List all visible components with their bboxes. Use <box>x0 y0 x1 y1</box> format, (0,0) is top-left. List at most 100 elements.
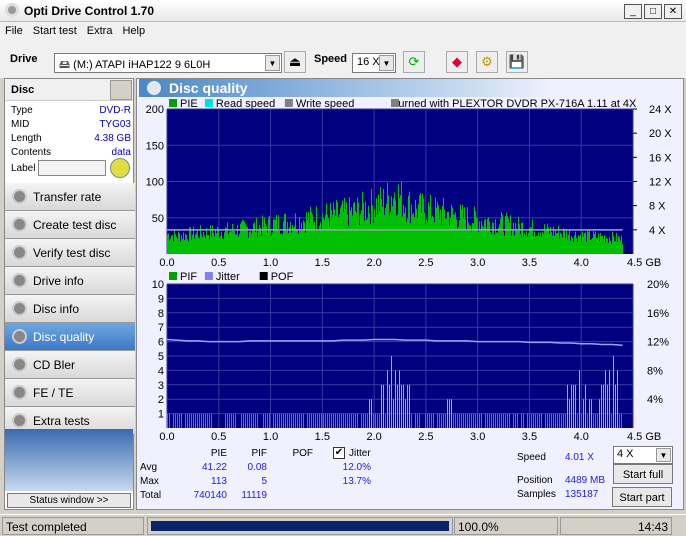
minimize-button[interactable]: _ <box>624 4 642 19</box>
menu-file[interactable]: File <box>0 22 28 40</box>
x-tick-label: 0.0 <box>159 431 174 443</box>
eject-button[interactable]: ⏏ <box>284 51 306 73</box>
time-label: 14:43 <box>560 517 672 535</box>
nav-transfer-rate[interactable]: Transfer rate <box>5 183 135 211</box>
nav-drive-info[interactable]: Drive info <box>5 267 135 295</box>
stats-row-label: Max <box>140 476 159 487</box>
nav-verify-test-disc[interactable]: Verify test disc <box>5 239 135 267</box>
progress-bar <box>147 517 453 535</box>
status-text: Test completed <box>2 517 144 535</box>
drive-value: (M:) ATAPI iHAP122 9 6L0H <box>73 59 211 71</box>
disc-info-value: TYG03 <box>99 119 131 130</box>
x-tick-label: 4.5 GB <box>627 257 661 269</box>
y-tick-label: 4 <box>158 365 164 377</box>
menu-help[interactable]: Help <box>117 22 150 40</box>
disc-refresh-button[interactable] <box>110 80 132 100</box>
position-label: Position <box>517 475 553 486</box>
start-part-button[interactable]: Start part <box>612 487 672 507</box>
speed-select[interactable]: 16 X ▼ <box>352 53 396 73</box>
status-bar: Test completed 100.0% 14:43 <box>0 514 686 536</box>
menu-start-test[interactable]: Start test <box>28 22 82 40</box>
stats-pif: 5 <box>261 476 267 487</box>
nav-label: FE / TE <box>33 386 74 400</box>
y2-tick-label: 8 X <box>649 201 666 213</box>
nav-label: Transfer rate <box>33 190 102 204</box>
chevron-down-icon: ▼ <box>265 55 280 71</box>
maximize-button[interactable]: □ <box>644 4 662 19</box>
stats-header: PIF <box>251 448 267 459</box>
title-bar: Opti Drive Control 1.70 _ □ ✕ <box>0 0 686 22</box>
legend-swatch <box>391 99 399 107</box>
y-tick-label: 10 <box>152 279 164 291</box>
stats-pif: 11119 <box>241 490 267 501</box>
left-panel: Disc Type DVD-R MID TYG03 Length 4.38 GB Conte… <box>4 78 135 510</box>
burn-annotation: Burned with PLEXTOR DVDR PX-716A 1.11 at… <box>391 98 637 110</box>
y-tick-label: 6 <box>158 337 164 349</box>
legend-swatch <box>284 99 293 107</box>
y2-tick-label: 16% <box>647 308 669 320</box>
disc-info-key: Length <box>11 133 42 144</box>
y-tick-label: 150 <box>146 140 164 152</box>
status-window-button[interactable]: Status window >> <box>7 493 131 508</box>
y-tick-label: 50 <box>152 213 164 225</box>
nav-label: Verify test disc <box>33 246 111 260</box>
x-tick-label: 1.5 <box>315 431 330 443</box>
nav-cd-bler[interactable]: CD Bler <box>5 351 135 379</box>
disc-icon <box>12 245 27 260</box>
toolbar: Drive 🖴 (M:) ATAPI iHAP122 9 6L0H ▼ ⏏ Spe… <box>0 42 686 78</box>
legend-swatch <box>259 272 268 280</box>
disc-icon <box>12 273 27 288</box>
nav-disc-info[interactable]: Disc info <box>5 295 135 323</box>
menu-extra[interactable]: Extra <box>82 22 118 40</box>
drive-icon: 🖴 <box>59 59 74 71</box>
start-full-button[interactable]: Start full <box>613 464 673 484</box>
x-tick-label: 4.0 <box>574 257 589 269</box>
y-tick-label: 200 <box>146 104 164 116</box>
nav-label: Extra tests <box>33 414 90 428</box>
close-button[interactable]: ✕ <box>664 4 682 19</box>
disc-info-value: 4.38 GB <box>94 133 131 144</box>
disc-label-icon[interactable] <box>110 158 130 178</box>
samples-value: 135187 <box>565 489 599 500</box>
legend-label: PIE <box>180 98 198 110</box>
panel-title: Disc quality <box>139 79 551 97</box>
speed-label: Speed <box>314 53 348 65</box>
stats-header: PIE <box>210 448 227 459</box>
y-tick-label: 7 <box>158 322 164 334</box>
y2-tick-label: 4 X <box>649 225 666 237</box>
y2-tick-label: 16 X <box>649 152 672 164</box>
progress-label: 100.0% <box>454 517 558 535</box>
nav-disc-quality[interactable]: Disc quality <box>5 323 135 351</box>
legend-label: Jitter <box>216 271 240 283</box>
speed-label: Speed <box>517 452 546 463</box>
nav-fe-te[interactable]: FE / TE <box>5 379 135 407</box>
disc-icon <box>12 385 27 400</box>
label-input[interactable] <box>38 160 106 176</box>
x-tick-label: 0.5 <box>211 431 226 443</box>
drive-select[interactable]: 🖴 (M:) ATAPI iHAP122 9 6L0H ▼ <box>54 53 282 73</box>
jitter-checkbox[interactable]: ✔ <box>333 447 345 459</box>
x-tick-label: 2.5 <box>418 431 433 443</box>
disc-info-value: DVD-R <box>99 105 131 116</box>
refresh-button[interactable]: ⟳ <box>403 51 425 73</box>
y2-tick-label: 20 X <box>649 128 672 140</box>
x-tick-label: 0.5 <box>211 257 226 269</box>
nav-create-test-disc[interactable]: Create test disc <box>5 211 135 239</box>
nav-label: CD Bler <box>33 358 76 372</box>
save-button[interactable]: 💾 <box>506 51 528 73</box>
speed-value: 16 X <box>357 56 380 68</box>
erase-button[interactable]: ◆ <box>446 51 468 73</box>
legend-swatch <box>169 99 177 107</box>
jitter-label: Jitter <box>349 448 371 459</box>
test-speed-select[interactable]: 4 X ▼ <box>613 446 673 464</box>
legend-label: POF <box>271 271 294 283</box>
copy-button[interactable]: ⚙ <box>476 51 498 73</box>
disc-info-row: Type DVD-R <box>11 105 131 116</box>
panel-title-text: Disc quality <box>169 80 248 96</box>
nav-label: Disc quality <box>33 330 95 344</box>
window-title: Opti Drive Control 1.70 <box>24 4 155 18</box>
x-tick-label: 3.5 <box>522 431 537 443</box>
legend-swatch <box>169 272 177 280</box>
disc-info-row: MID TYG03 <box>11 119 131 130</box>
stats-jit: 13.7% <box>342 476 371 487</box>
